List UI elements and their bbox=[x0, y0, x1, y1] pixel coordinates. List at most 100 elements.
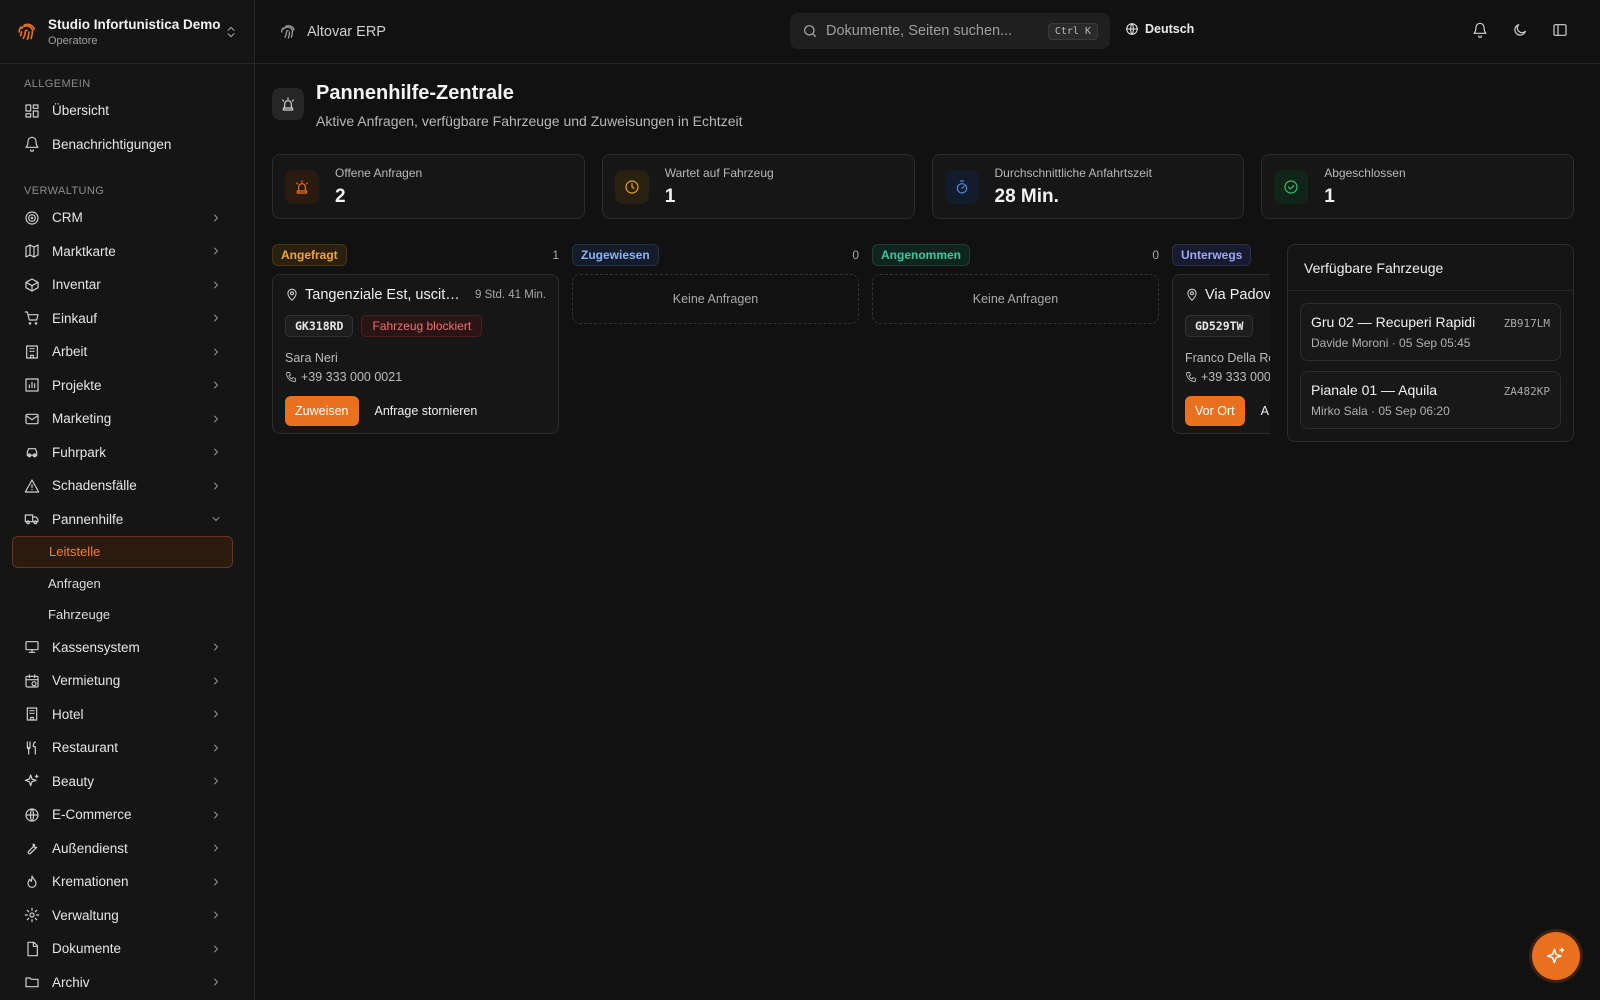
column-requested: Angefragt 1 Tangenziale Est, uscita 12 9… bbox=[272, 244, 559, 434]
bell-icon bbox=[25, 136, 39, 153]
stat-card-waiting: Wartet auf Fahrzeug 1 bbox=[601, 154, 915, 219]
notifications-button[interactable] bbox=[1472, 22, 1488, 38]
column-assigned: Zugewiesen 0 Keine Anfragen bbox=[572, 244, 859, 324]
target-icon bbox=[25, 211, 39, 225]
sidebar-item-crm[interactable]: CRM bbox=[0, 201, 254, 235]
assign-button[interactable]: Zuweisen bbox=[285, 396, 359, 426]
wrench-icon bbox=[27, 843, 38, 855]
sidebar-item-restaurant[interactable]: Restaurant bbox=[0, 731, 254, 765]
stat-value: 28 Min. bbox=[994, 185, 1059, 207]
request-card[interactable]: Tangenziale Est, uscita 12 9 Std. 41 Min… bbox=[272, 274, 559, 434]
request-location: Via Padova bbox=[1205, 287, 1270, 303]
phone-icon bbox=[286, 372, 296, 382]
chevron-right-icon bbox=[214, 247, 218, 255]
chevron-right-icon bbox=[214, 945, 218, 953]
sidebar-item-hotel[interactable]: Hotel bbox=[0, 698, 254, 732]
gear-icon bbox=[24, 907, 40, 923]
phone-icon bbox=[1186, 372, 1196, 382]
sidebar-item-marketing[interactable]: Marketing bbox=[0, 402, 254, 436]
status-badge: Angenommen bbox=[872, 244, 971, 266]
sidebar-item-label: Fuhrpark bbox=[52, 444, 107, 460]
sidebar-item-label: Außendienst bbox=[52, 840, 128, 856]
chevron-right-icon bbox=[214, 415, 218, 423]
sidebar-item-label: Schadensfälle bbox=[52, 478, 137, 494]
sparkles-icon bbox=[24, 774, 39, 787]
sidebar-item-label: Beauty bbox=[52, 773, 95, 789]
sidebar-item-label: Benachrichtigungen bbox=[52, 136, 172, 152]
chevron-right-icon bbox=[214, 348, 218, 356]
request-age: 9 Std. 41 Min. bbox=[475, 289, 546, 301]
secondary-action-button[interactable]: A bbox=[1261, 404, 1269, 418]
page-subtitle: Aktive Anfragen, verfügbare Fahrzeuge un… bbox=[316, 113, 743, 129]
sidebar-item-aussendienst[interactable]: Außendienst bbox=[0, 832, 254, 866]
customer-phone: +39 333 000 0021 bbox=[301, 370, 403, 384]
page-header: Pannenhilfe-Zentrale Aktive Anfragen, ve… bbox=[272, 82, 742, 129]
sidebar-item-kremationen[interactable]: Kremationen bbox=[0, 865, 254, 899]
column-en-route: Unterwegs Via Padova GD529TW Franco Dell… bbox=[1172, 244, 1270, 434]
sidebar-item-overview[interactable]: Übersicht bbox=[0, 94, 254, 128]
empty-state: Keine Anfragen bbox=[872, 274, 1159, 324]
vehicle-item[interactable]: Pianale 01 — Aquila Mirko Sala · 05 Sep … bbox=[1300, 371, 1561, 429]
map-pin-icon bbox=[287, 288, 297, 301]
fingerprint-icon bbox=[280, 24, 295, 39]
sidebar-item-pannenhilfe[interactable]: Pannenhilfe bbox=[0, 503, 254, 537]
vehicle-meta: Mirko Sala · 05 Sep 06:20 bbox=[1311, 404, 1450, 418]
ai-assistant-button[interactable] bbox=[1532, 932, 1580, 980]
sidebar-item-ecommerce[interactable]: E-Commerce bbox=[0, 798, 254, 832]
sidebar-item-kassensystem[interactable]: Kassensystem bbox=[0, 631, 254, 665]
on-site-button[interactable]: Vor Ort bbox=[1185, 396, 1245, 426]
sidebar-item-dokumente[interactable]: Dokumente bbox=[0, 932, 254, 966]
sidebar-item-label: E-Commerce bbox=[52, 807, 132, 823]
sidebar-item-notifications[interactable]: Benachrichtigungen bbox=[0, 128, 254, 162]
vehicle-plate: ZA482KP bbox=[1503, 385, 1550, 398]
sidebar-item-label: Kassensystem bbox=[52, 639, 140, 655]
org-switcher[interactable]: Studio Infortunistica Demo Operatore bbox=[0, 0, 254, 64]
sidebar-subitem-fahrzeuge[interactable]: Fahrzeuge bbox=[0, 599, 254, 631]
sidebar-subitem-anfragen[interactable]: Anfragen bbox=[0, 568, 254, 600]
building-icon bbox=[26, 345, 38, 359]
sidebar-item-projekte[interactable]: Projekte bbox=[0, 369, 254, 403]
empty-state: Keine Anfragen bbox=[572, 274, 859, 324]
sidebar-item-marktkarte[interactable]: Marktkarte bbox=[0, 235, 254, 269]
sidebar-subitem-leitstelle[interactable]: Leitstelle bbox=[12, 536, 233, 568]
sidebar-item-vermietung[interactable]: Vermietung bbox=[0, 664, 254, 698]
chevron-down-icon bbox=[212, 517, 220, 522]
language-label: Deutsch bbox=[1145, 22, 1195, 36]
search-placeholder: Dokumente, Seiten suchen... bbox=[826, 23, 1013, 39]
sidebar-item-archiv[interactable]: Archiv bbox=[0, 966, 254, 1000]
sidebar-item-label: Kremationen bbox=[52, 874, 129, 890]
status-badge: Zugewiesen bbox=[572, 244, 659, 266]
cancel-request-button[interactable]: Anfrage stornieren bbox=[375, 404, 478, 418]
stat-card-completed: Abgeschlossen 1 bbox=[1261, 154, 1574, 219]
siren-icon bbox=[272, 88, 304, 120]
vehicle-item[interactable]: Gru 02 — Recuperi Rapidi Davide Moroni ·… bbox=[1300, 303, 1561, 361]
sidebar-item-schadensfaelle[interactable]: Schadensfälle bbox=[0, 469, 254, 503]
alert-triangle-icon bbox=[24, 479, 40, 493]
language-switcher[interactable]: Deutsch bbox=[1125, 22, 1194, 36]
siren-icon bbox=[285, 169, 319, 204]
chevron-right-icon bbox=[214, 448, 218, 456]
chevron-right-icon bbox=[214, 744, 218, 752]
sidebar-item-label: Einkauf bbox=[52, 310, 98, 326]
column-count: 0 bbox=[852, 248, 859, 262]
stat-card-avg-time: Durchschnittliche Anfahrtszeit 28 Min. bbox=[931, 154, 1245, 219]
sidebar-item-arbeit[interactable]: Arbeit bbox=[0, 335, 254, 369]
column-accepted: Angenommen 0 Keine Anfragen bbox=[872, 244, 1159, 324]
page-title: Pannenhilfe-Zentrale bbox=[316, 82, 514, 104]
sidebar-item-einkauf[interactable]: Einkauf bbox=[0, 302, 254, 336]
sidebar-item-verwaltung[interactable]: Verwaltung bbox=[0, 899, 254, 933]
theme-toggle-button[interactable] bbox=[1512, 22, 1528, 38]
stat-label: Offene Anfragen bbox=[335, 165, 423, 180]
request-card[interactable]: Via Padova GD529TW Franco Della Ro +39 3… bbox=[1172, 274, 1270, 434]
stat-label: Abgeschlossen bbox=[1324, 165, 1406, 180]
org-role: Operatore bbox=[48, 34, 98, 47]
stat-card-open: Offene Anfragen 2 bbox=[272, 154, 585, 219]
sidebar-item-fuhrpark[interactable]: Fuhrpark bbox=[0, 436, 254, 470]
sidebar-item-inventar[interactable]: Inventar bbox=[0, 268, 254, 302]
stat-value: 1 bbox=[1324, 185, 1335, 207]
sidebar-toggle-button[interactable] bbox=[1552, 22, 1568, 38]
dispatch-board: Angefragt 1 Tangenziale Est, uscita 12 9… bbox=[272, 244, 1270, 444]
sidebar-item-beauty[interactable]: Beauty bbox=[0, 765, 254, 799]
search-input[interactable]: Dokumente, Seiten suchen... Ctrl K bbox=[790, 13, 1110, 49]
sidebar: Studio Infortunistica Demo Operatore ALL… bbox=[0, 0, 255, 1000]
